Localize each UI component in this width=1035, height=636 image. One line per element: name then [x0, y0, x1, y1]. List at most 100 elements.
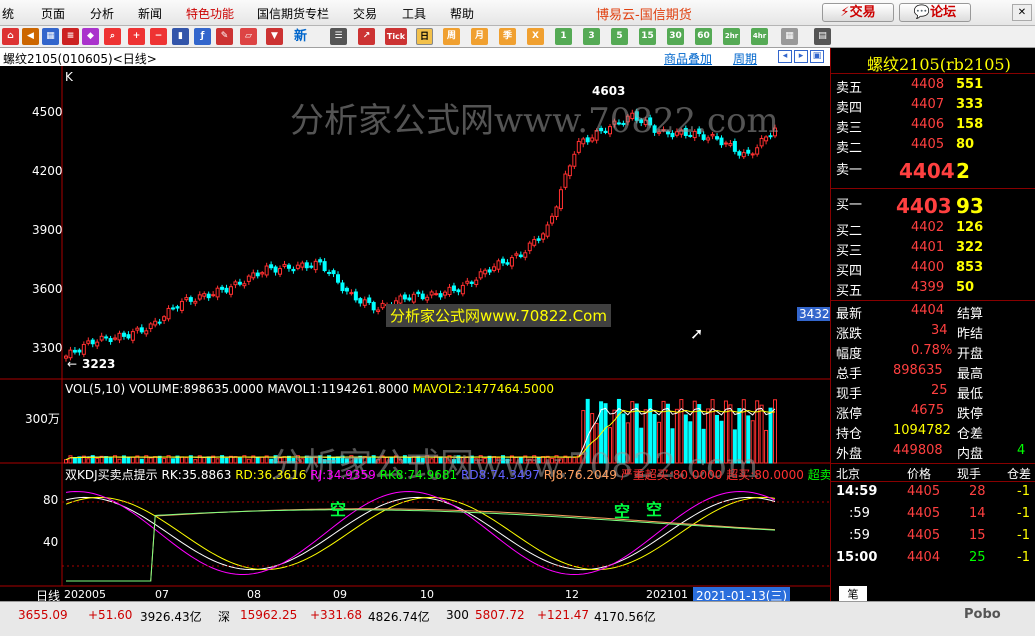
right-arrow-icon[interactable]: ▸: [794, 50, 808, 63]
kdj-rj: RJ:34.9359: [310, 468, 376, 482]
period-link[interactable]: 周期: [733, 50, 757, 67]
candle-body: [95, 341, 100, 347]
candle-body: [215, 287, 220, 298]
min3-button[interactable]: 3: [583, 28, 600, 45]
candle-body: [211, 294, 216, 297]
menu-special[interactable]: 特色功能: [186, 5, 234, 22]
close-icon[interactable]: ✕: [1012, 4, 1032, 21]
candle-body: [157, 321, 162, 324]
tick-head-oi: 仓差: [1007, 467, 1032, 481]
kdj-signal-1: 空: [330, 500, 347, 519]
menu-tools[interactable]: 工具: [402, 5, 426, 22]
trend-icon[interactable]: ↗: [358, 28, 375, 45]
grid-icon[interactable]: ▦: [42, 28, 59, 45]
hr4-button[interactable]: 4hr: [751, 28, 768, 45]
tick-header: 北京 价格 现手 仓差: [831, 464, 1035, 482]
tick-volume: 14: [969, 506, 986, 521]
min60-button[interactable]: 60: [695, 28, 712, 45]
tab-ticks[interactable]: 笔: [839, 586, 867, 601]
overlay-link[interactable]: 商品叠加: [664, 50, 712, 67]
price-tick-4500: 4500: [32, 105, 63, 119]
candle-body: [286, 264, 291, 269]
table-icon[interactable]: ☰: [330, 28, 347, 45]
menu-system[interactable]: 统: [2, 5, 14, 22]
grid-small-icon[interactable]: ▦: [781, 28, 798, 45]
season-button[interactable]: 季: [499, 28, 516, 45]
candle-body: [420, 293, 425, 300]
menu-help[interactable]: 帮助: [450, 5, 474, 22]
week-button[interactable]: 周: [443, 28, 460, 45]
function-icon[interactable]: ƒ: [194, 28, 211, 45]
volume-bar: [64, 459, 68, 464]
toolbar: ⌂ ◀ ▦ ≡ ◆ ⌕ + − ▮ ƒ ✎ ▱ ▼ 新 ☰ ↗ Tick 日 周…: [0, 26, 1035, 48]
bid-label: 买二: [836, 224, 863, 239]
bid-volume: 50: [956, 280, 975, 295]
menu-news[interactable]: 新闻: [138, 5, 162, 22]
quote-row: 卖二 4405 80: [831, 137, 1035, 159]
min1-button[interactable]: 1: [555, 28, 572, 45]
ask-book: 卖五 4408 551 卖四 4407 333 卖三 4406 158 卖二 4405 80 卖一 440…: [831, 77, 1035, 189]
min30-button[interactable]: 30: [667, 28, 684, 45]
day-button[interactable]: 日: [416, 28, 433, 45]
volume-bar: [255, 456, 260, 464]
stat-label: 涨停: [836, 407, 863, 422]
candle-body: [197, 294, 202, 300]
left-arrow-icon[interactable]: ◂: [778, 50, 792, 63]
menu-trade[interactable]: 交易: [353, 5, 377, 22]
calculator-icon[interactable]: ▤: [814, 28, 831, 45]
bid-label: 买一: [836, 198, 863, 213]
chart-area[interactable]: 螺纹2105(010605)<日线> 商品叠加 周期 ◂ ▸ ▣ 4500 42…: [0, 48, 830, 601]
candle-body: [451, 285, 456, 291]
tick-button[interactable]: Tick: [385, 28, 407, 45]
candle-body: [99, 335, 104, 341]
quote-row: 买五 4399 50: [831, 280, 1035, 302]
menu-analysis[interactable]: 分析: [90, 5, 114, 22]
month-button[interactable]: 月: [471, 28, 488, 45]
min5-button[interactable]: 5: [611, 28, 628, 45]
candle-body: [260, 272, 265, 275]
xaxis-tick: 09: [333, 588, 347, 601]
home-icon[interactable]: ⌂: [2, 28, 19, 45]
hr2-button[interactable]: 2hr: [723, 28, 740, 45]
new-button[interactable]: 新: [292, 28, 309, 45]
candle-body: [166, 307, 171, 320]
candle-body: [460, 284, 465, 295]
candle-body: [536, 238, 541, 241]
menu-column[interactable]: 国信期货专栏: [257, 5, 329, 22]
zoom-in-icon[interactable]: +: [128, 28, 145, 45]
menu-page[interactable]: 页面: [41, 5, 65, 22]
ask-volume: 80: [956, 137, 975, 152]
search-icon[interactable]: ⌕: [104, 28, 121, 45]
x-button[interactable]: X: [527, 28, 544, 45]
watermark-box: 分析家公式网www.70822.Com: [386, 304, 611, 327]
expand-icon[interactable]: ▣: [810, 50, 824, 63]
stat-label: 持仓: [836, 427, 863, 442]
candle-body: [518, 254, 523, 258]
eraser-icon[interactable]: ▱: [240, 28, 257, 45]
filter-icon[interactable]: ▼: [266, 28, 283, 45]
candle-body: [72, 349, 77, 353]
kdj-rk8: RK8:74.9681: [379, 468, 458, 482]
min15-button[interactable]: 15: [639, 28, 656, 45]
chart-titlebar: 螺纹2105(010605)<日线> 商品叠加 周期 ◂ ▸ ▣: [0, 48, 830, 66]
zoom-out-icon[interactable]: −: [150, 28, 167, 45]
quote-row: :59 4405 15 -1: [831, 528, 1035, 550]
candle-body: [224, 287, 229, 293]
tick-list: 14:59 4405 28 -1:59 4405 14 -1:59 4405 15 -1 15:00…: [831, 484, 1035, 584]
candle-body: [135, 327, 140, 331]
chart-icon[interactable]: ◆: [82, 28, 99, 45]
xaxis-tick: 202101: [646, 588, 688, 601]
pen-icon[interactable]: ✎: [216, 28, 233, 45]
quote-row: :59 4405 14 -1: [831, 506, 1035, 528]
back-icon[interactable]: ◀: [22, 28, 39, 45]
candle-body: [456, 289, 461, 293]
stats-box: 最新 4404 结算 涨跌 34 昨结 幅度 0.78% 开盘 总手 898635 最高 现手 25 最低涨…: [831, 302, 1035, 464]
cursor-price: 3432: [797, 307, 830, 321]
list-icon[interactable]: ≡: [62, 28, 79, 45]
forum-button[interactable]: 💬论坛: [899, 3, 971, 22]
bar-chart-icon[interactable]: ▮: [172, 28, 189, 45]
tick-price: 4405: [907, 506, 941, 521]
volume-bar: [126, 456, 131, 464]
candle-body: [425, 296, 430, 301]
trade-button[interactable]: ⚡交易: [822, 3, 894, 22]
